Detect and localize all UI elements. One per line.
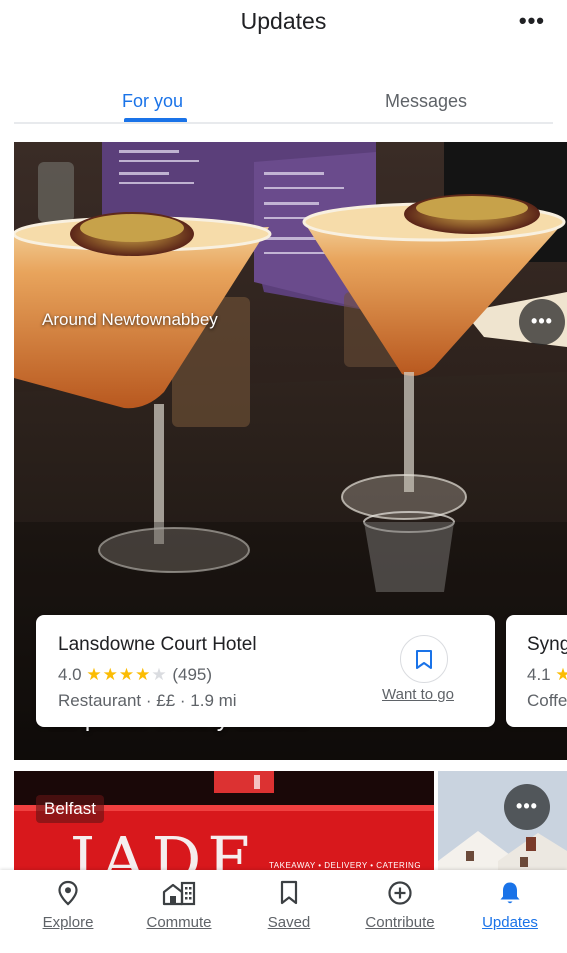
- nav-saved[interactable]: Saved: [234, 880, 344, 931]
- star-rating-icon: ★★★★★: [86, 665, 167, 684]
- tab-bar: For you Messages: [0, 80, 567, 126]
- location-pin-icon: [58, 880, 78, 906]
- belfast-update-card[interactable]: JADE TAKEAWAY • DELIVERY • CATERING Belf…: [14, 771, 434, 881]
- house-photo: [438, 771, 567, 881]
- nav-updates[interactable]: Updates: [455, 880, 565, 931]
- bookmark-icon: [280, 880, 298, 905]
- bookmark-icon: [416, 650, 432, 669]
- place-name: Lansdowne Court Hotel: [58, 634, 257, 655]
- nav-label: Explore: [42, 914, 94, 931]
- card-more-options-icon[interactable]: •••: [504, 784, 550, 830]
- place-meta: Coffe: [527, 691, 567, 710]
- save-place-button[interactable]: [400, 635, 448, 683]
- app-header: Updates •••: [0, 0, 567, 60]
- nav-commute[interactable]: Commute: [124, 880, 234, 931]
- area-label: Belfast: [36, 795, 104, 823]
- place-name: Syng: [527, 634, 567, 655]
- add-circle-icon: [388, 881, 412, 905]
- nav-label: Commute: [146, 914, 212, 931]
- tab-for-you[interactable]: For you: [122, 91, 183, 112]
- commute-icon: [162, 881, 196, 906]
- nav-label: Contribute: [365, 914, 435, 931]
- tab-messages[interactable]: Messages: [385, 91, 467, 112]
- review-count: (495): [172, 665, 213, 684]
- bottom-navigation: Explore Commute Saved Contribute Updates: [0, 870, 567, 953]
- rating-value: 4.1: [527, 665, 551, 684]
- active-tab-indicator: [124, 118, 187, 122]
- stars-empty: ★: [151, 665, 168, 684]
- page-title: Updates: [240, 8, 327, 34]
- nav-explore[interactable]: Explore: [13, 880, 123, 931]
- rating-row: 4.0 ★★★★★ (495): [58, 665, 212, 685]
- more-options-icon[interactable]: •••: [519, 8, 545, 34]
- stars-filled: ★★★★: [86, 665, 152, 684]
- house-update-card[interactable]: •••: [438, 771, 567, 881]
- star-icon: ★: [555, 665, 567, 684]
- nav-label: Updates: [482, 914, 538, 931]
- place-meta: Restaurant · ££ · 1.9 mi: [58, 691, 237, 710]
- nav-contribute[interactable]: Contribute: [345, 880, 455, 931]
- sign-subtext: TAKEAWAY • DELIVERY • CATERING: [269, 861, 422, 870]
- place-card[interactable]: Lansdowne Court Hotel 4.0 ★★★★★ (495) Re…: [36, 615, 495, 727]
- place-card-next[interactable]: Syng 4.1 ★ Coffe: [506, 615, 567, 727]
- card-more-options-icon[interactable]: •••: [519, 299, 565, 345]
- rating-value: 4.0: [58, 665, 82, 684]
- area-label: Around Newtownabbey: [42, 310, 218, 329]
- tabs-divider: [14, 122, 553, 124]
- rating-row: 4.1 ★: [527, 665, 567, 685]
- nav-label: Saved: [267, 914, 311, 931]
- want-to-go-label[interactable]: Want to go: [382, 686, 454, 703]
- bell-icon: [500, 882, 520, 904]
